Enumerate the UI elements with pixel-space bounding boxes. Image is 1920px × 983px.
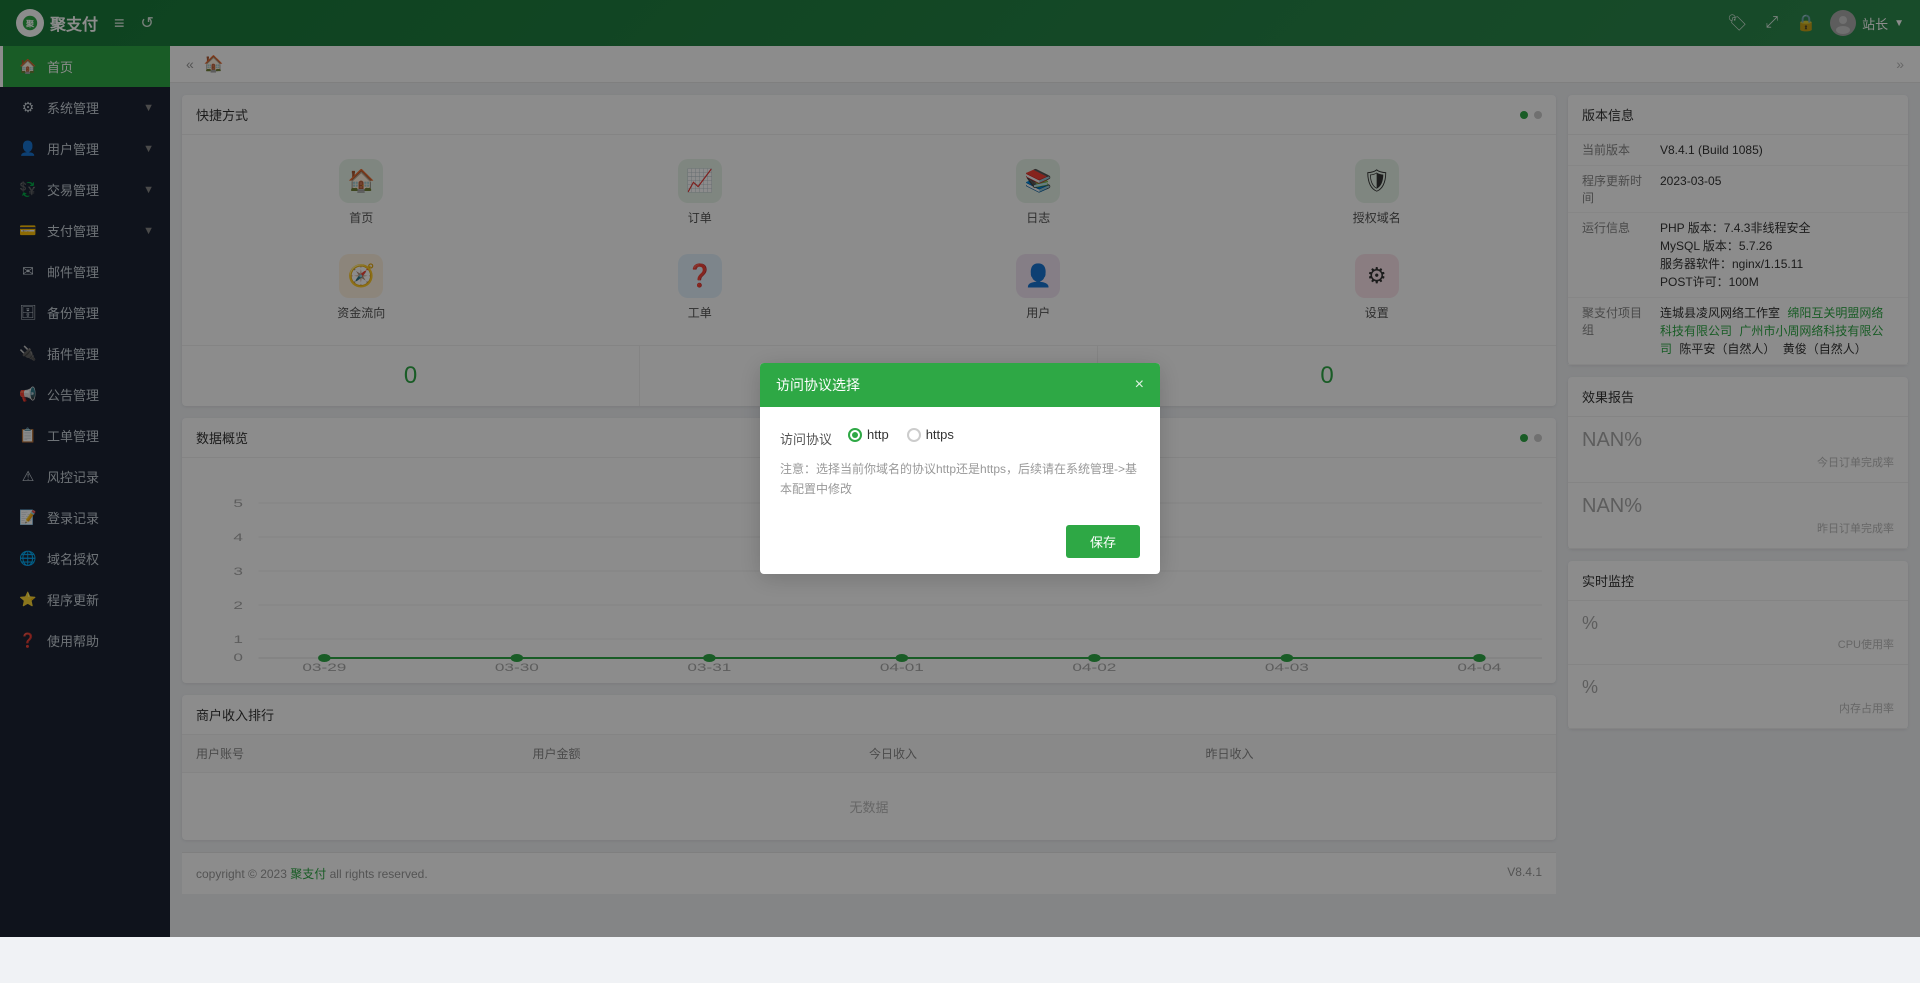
radio-http[interactable]: http bbox=[848, 427, 889, 442]
modal-footer: 保存 bbox=[760, 515, 1160, 574]
modal-options: http https bbox=[848, 427, 954, 442]
modal-save-button[interactable]: 保存 bbox=[1066, 525, 1140, 558]
modal-body: 访问协议 http https 注意：选择当前你域名的协议http还是https… bbox=[760, 407, 1160, 514]
radio-https[interactable]: https bbox=[907, 427, 954, 442]
radio-https-label: https bbox=[926, 427, 954, 442]
radio-https-circle bbox=[907, 428, 921, 442]
modal-protocol-row: 访问协议 http https bbox=[780, 427, 1140, 448]
modal-note: 注意：选择当前你域名的协议http还是https，后续请在系统管理->基本配置中… bbox=[780, 460, 1140, 498]
modal-dialog: 访问协议选择 × 访问协议 http https 注意：选择当前你域名的协议ht… bbox=[760, 363, 1160, 573]
modal-close-button[interactable]: × bbox=[1135, 377, 1144, 393]
modal-protocol-label: 访问协议 bbox=[780, 427, 836, 448]
radio-http-label: http bbox=[867, 427, 889, 442]
modal-overlay[interactable]: 访问协议选择 × 访问协议 http https 注意：选择当前你域名的协议ht… bbox=[0, 0, 1920, 937]
modal-title: 访问协议选择 bbox=[776, 375, 860, 395]
radio-http-circle bbox=[848, 428, 862, 442]
modal-header: 访问协议选择 × bbox=[760, 363, 1160, 407]
